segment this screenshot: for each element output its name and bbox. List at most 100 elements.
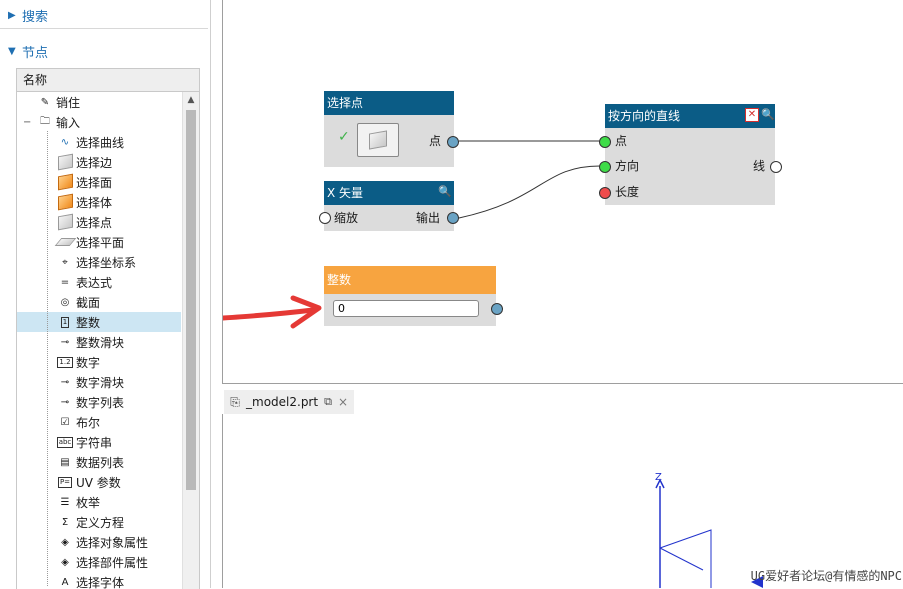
scroll-up-icon[interactable]: ▲	[183, 92, 199, 108]
expand-triangle-icon: ▶	[8, 10, 22, 21]
tree-item[interactable]: =表达式	[17, 272, 181, 292]
tree-item-label: 选择面	[76, 174, 112, 191]
tree-item[interactable]: 1整数	[17, 312, 181, 332]
tree-item-label: 选择字体	[76, 574, 124, 589]
tree-item[interactable]: 选择面	[17, 172, 181, 192]
tree-item[interactable]: P=UV 参数	[17, 472, 181, 492]
line-in-direction-label: 方向	[615, 157, 639, 174]
tree-item[interactable]: 选择平面	[17, 232, 181, 252]
body-icon	[57, 195, 73, 209]
line-in-direction-port[interactable]	[599, 161, 611, 173]
magnifier-icon[interactable]: 🔍	[438, 185, 450, 199]
x-vector-in-port[interactable]	[319, 212, 331, 224]
line-by-direction-node[interactable]: 按方向的直线 ✕ 🔍 点 方向 长度 线	[605, 104, 775, 205]
equation-icon: Σ	[57, 515, 73, 529]
integer-node[interactable]: 整数	[324, 266, 496, 326]
tree-item-label: 数据列表	[76, 454, 124, 471]
tree-item[interactable]: 选择边	[17, 152, 181, 172]
x-vector-in-label: 缩放	[334, 209, 358, 226]
integer-slider-icon: ⊸	[57, 335, 73, 349]
plane-edge	[660, 548, 703, 570]
node-tree: 名称 ✎销住−🗀输入∿选择曲线选择边选择面选择体选择点选择平面⌖选择坐标系=表达…	[16, 68, 200, 589]
triad-layer	[223, 414, 903, 588]
tree-item[interactable]: −🗀输入	[17, 112, 181, 132]
x-vector-node[interactable]: X 矢量 🔍 缩放 输出	[324, 181, 454, 231]
x-vector-out-port[interactable]	[447, 212, 459, 224]
nodes-label: 节点	[22, 42, 48, 61]
x-vector-node-title[interactable]: X 矢量	[324, 181, 454, 205]
check-icon: ✓	[338, 129, 350, 145]
model-tab-label: _model2.prt	[246, 395, 318, 409]
select-point-node-title[interactable]: 选择点	[324, 91, 454, 115]
integer-out-port[interactable]	[491, 303, 503, 315]
collapse-triangle-icon: ▼	[8, 46, 22, 57]
tree-item[interactable]: Σ定义方程	[17, 512, 181, 532]
section-icon: ◎	[57, 295, 73, 309]
line-in-length-port[interactable]	[599, 187, 611, 199]
line-in-point-label: 点	[615, 132, 627, 149]
select-point-out-label: 点	[429, 132, 441, 149]
number-list-icon: ⊸	[57, 395, 73, 409]
tree-scrollbar[interactable]: ▲	[182, 92, 199, 589]
tag-icon: ◈	[57, 555, 73, 569]
select-point-out-port[interactable]	[447, 136, 459, 148]
search-section-header[interactable]: ▶ 搜索	[8, 4, 48, 26]
tree-item[interactable]: ☑布尔	[17, 412, 181, 432]
tree-item-label: 枚举	[76, 494, 100, 511]
line-in-point-port[interactable]	[599, 136, 611, 148]
tree-collapse-icon[interactable]: −	[23, 117, 31, 128]
graphics-viewport[interactable]: Z UG爱好者论坛@有情感的NPC	[222, 414, 903, 588]
select-point-node[interactable]: 选择点 ✓ 点	[324, 91, 454, 167]
model-tab[interactable]: ⎘ _model2.prt ⧉ ×	[224, 390, 354, 414]
tree-item[interactable]: A选择字体	[17, 572, 181, 589]
magnifier-icon[interactable]: 🔍	[761, 108, 773, 122]
search-label: 搜索	[22, 6, 48, 25]
integer-value-input[interactable]	[333, 300, 479, 317]
tree-item-label: 选择曲线	[76, 134, 124, 151]
tab-close-icon[interactable]: ×	[338, 395, 348, 409]
tree-item-label: 截面	[76, 294, 100, 311]
tree-item-label: 布尔	[76, 414, 100, 431]
integer-icon: 1	[57, 315, 73, 329]
tree-item-label: 数字	[76, 354, 100, 371]
tree-item-label: 定义方程	[76, 514, 124, 531]
tree-item[interactable]: 选择体	[17, 192, 181, 212]
connection-output-to-direction	[459, 166, 600, 218]
tab-restore-icon[interactable]: ⧉	[324, 395, 332, 409]
integer-node-title[interactable]: 整数	[324, 266, 496, 294]
scrollbar-thumb[interactable]	[186, 110, 196, 490]
tree-item[interactable]: ✎销住	[17, 92, 181, 112]
tree-item[interactable]: 1.2数字	[17, 352, 181, 372]
tag-icon: ◈	[57, 535, 73, 549]
point-select-button[interactable]	[357, 123, 399, 157]
tree-item[interactable]: 选择点	[17, 212, 181, 232]
close-node-icon[interactable]: ✕	[745, 108, 759, 122]
nodes-section-header[interactable]: ▼ 节点	[8, 40, 48, 62]
tree-item[interactable]: ◎截面	[17, 292, 181, 312]
tree-column-header[interactable]: 名称	[17, 69, 199, 92]
node-editor-canvas[interactable]: 选择点 ✓ 点 X 矢量 🔍 缩放 输出 整数 按方向的直线 ✕ 🔍 点 方向 …	[222, 0, 903, 384]
uv-param-icon: P=	[57, 475, 73, 489]
tree-item[interactable]: ◈选择对象属性	[17, 532, 181, 552]
tree-item[interactable]: ◈选择部件属性	[17, 552, 181, 572]
tree-item[interactable]: ⊸数字滑块	[17, 372, 181, 392]
tree-item[interactable]: ▤数据列表	[17, 452, 181, 472]
font-icon: A	[57, 575, 73, 589]
expression-icon: =	[57, 275, 73, 289]
tree-item[interactable]: ⊸整数滑块	[17, 332, 181, 352]
line-out-port[interactable]	[770, 161, 782, 173]
point-icon	[57, 215, 73, 229]
pin-icon: ✎	[37, 95, 53, 109]
tree-item[interactable]: ⌖选择坐标系	[17, 252, 181, 272]
tree-item[interactable]: ☰枚举	[17, 492, 181, 512]
line-out-label: 线	[753, 157, 765, 174]
tree-item[interactable]: ∿选择曲线	[17, 132, 181, 152]
tree-item-label: 数字列表	[76, 394, 124, 411]
divider	[0, 28, 208, 29]
enum-icon: ☰	[57, 495, 73, 509]
tree-item[interactable]: abc字符串	[17, 432, 181, 452]
left-panel: ▶ 搜索 ▼ 节点 名称 ✎销住−🗀输入∿选择曲线选择边选择面选择体选择点选择平…	[0, 0, 211, 588]
watermark-text: UG爱好者论坛@有情感的NPC	[751, 567, 902, 584]
tree-item-label: 数字滑块	[76, 374, 124, 391]
tree-item[interactable]: ⊸数字列表	[17, 392, 181, 412]
